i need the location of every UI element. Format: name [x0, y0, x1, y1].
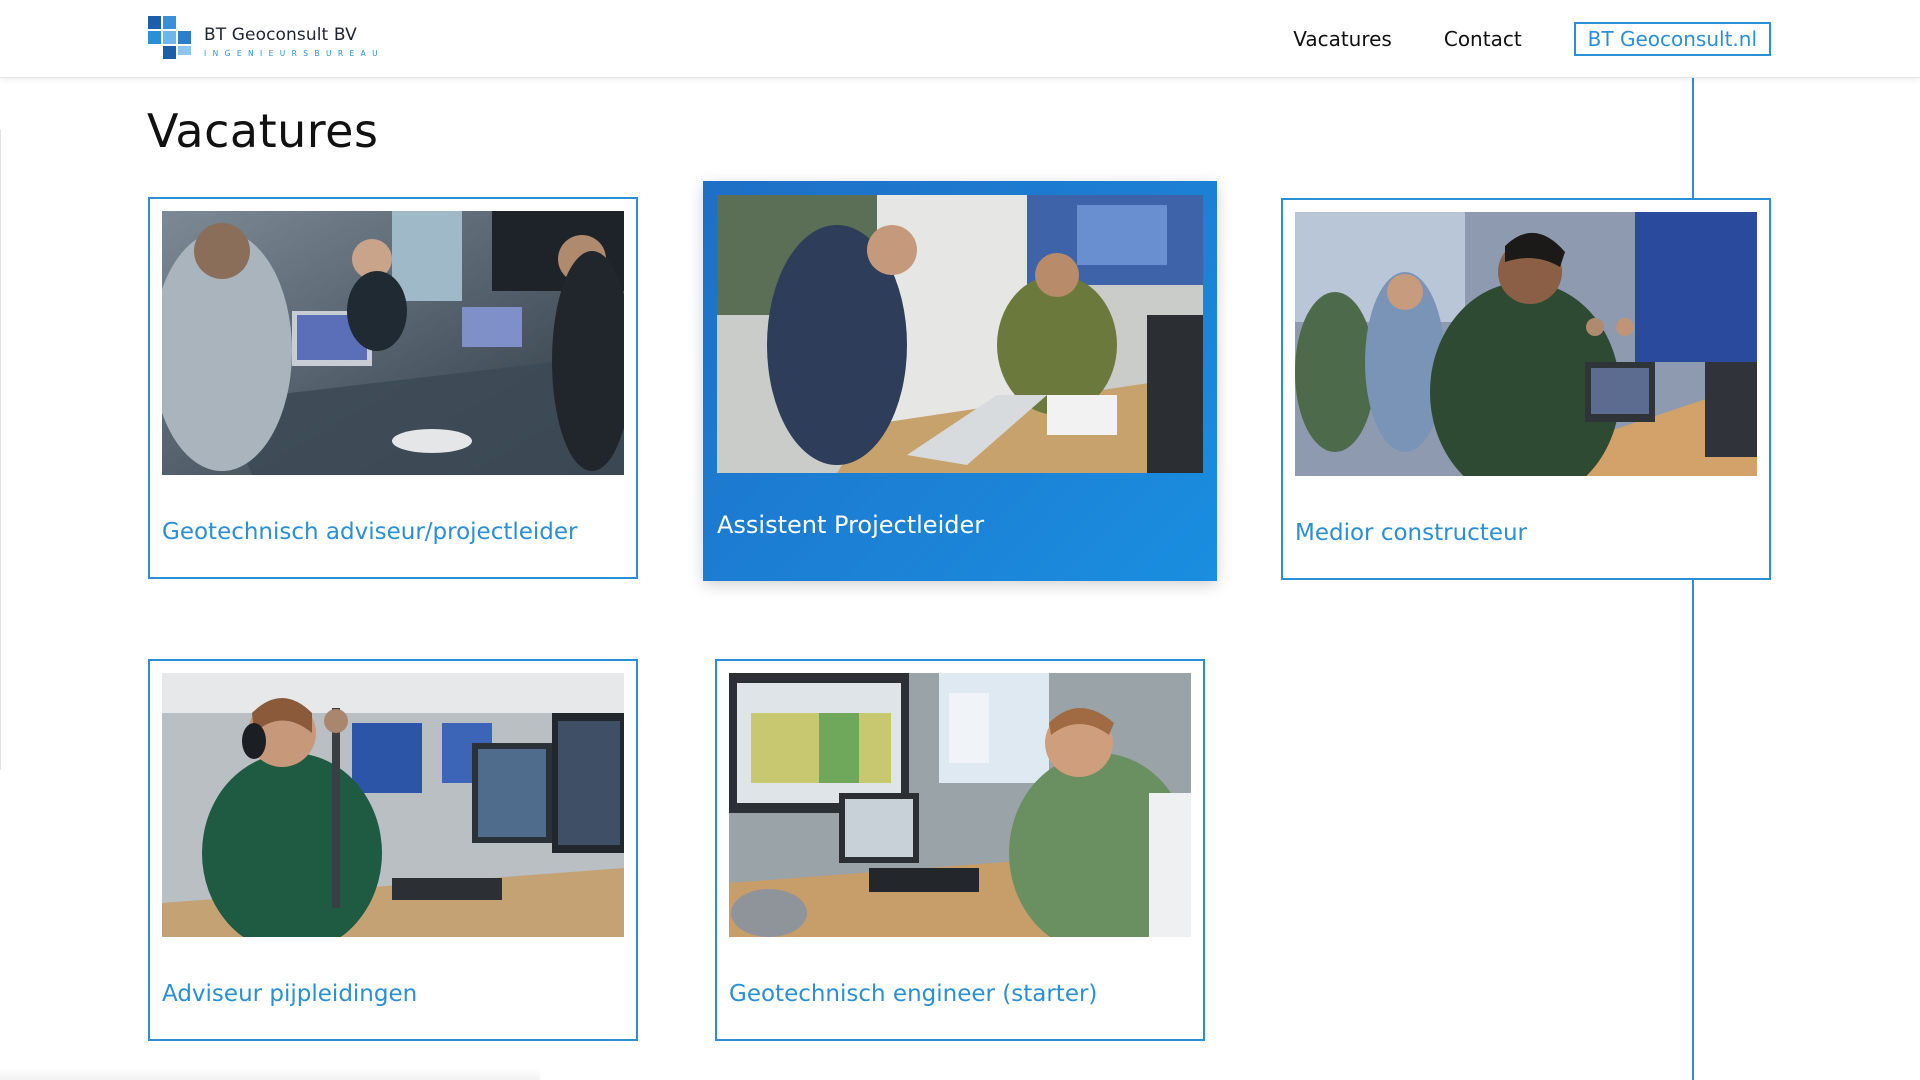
- left-edge-line: [0, 130, 1, 770]
- vacancy-title[interactable]: Geotechnisch adviseur/projectleider: [162, 519, 578, 545]
- page-title: Vacatures: [147, 104, 379, 158]
- brand-logo[interactable]: BT Geoconsult BV INGENIEURSBUREAU: [148, 16, 384, 62]
- vacancy-card[interactable]: Geotechnisch adviseur/projectleider: [148, 197, 638, 579]
- vacancy-photo: [162, 211, 624, 475]
- vacancy-title[interactable]: Medior constructeur: [1295, 520, 1527, 546]
- vacancy-photo: [717, 195, 1203, 473]
- vacancy-card[interactable]: Adviseur pijpleidingen: [148, 659, 638, 1041]
- main-nav: Vacatures Contact BT Geoconsult.nl: [1293, 22, 1771, 56]
- vacancy-title[interactable]: Geotechnisch engineer (starter): [729, 981, 1097, 1007]
- nav-contact-link[interactable]: Contact: [1444, 22, 1522, 56]
- page-fade: [0, 1068, 540, 1080]
- vacancy-title[interactable]: Assistent Projectleider: [717, 511, 984, 539]
- nav-site-button[interactable]: BT Geoconsult.nl: [1573, 22, 1771, 56]
- logo-mark-icon: [148, 16, 191, 59]
- vacancy-photo: [729, 673, 1191, 937]
- nav-vacatures-link[interactable]: Vacatures: [1293, 22, 1392, 56]
- brand-tagline: INGENIEURSBUREAU: [204, 49, 384, 58]
- vacancy-card[interactable]: Medior constructeur: [1281, 198, 1771, 580]
- vacancy-card[interactable]: Geotechnisch engineer (starter): [715, 659, 1205, 1041]
- vacancy-card-active[interactable]: Assistent Projectleider: [703, 181, 1217, 581]
- brand-name: BT Geoconsult BV: [204, 25, 357, 45]
- vacancy-photo: [1295, 212, 1757, 476]
- vacancy-photo: [162, 673, 624, 937]
- vacancy-title[interactable]: Adviseur pijpleidingen: [162, 981, 417, 1007]
- site-header: BT Geoconsult BV INGENIEURSBUREAU Vacatu…: [0, 0, 1920, 78]
